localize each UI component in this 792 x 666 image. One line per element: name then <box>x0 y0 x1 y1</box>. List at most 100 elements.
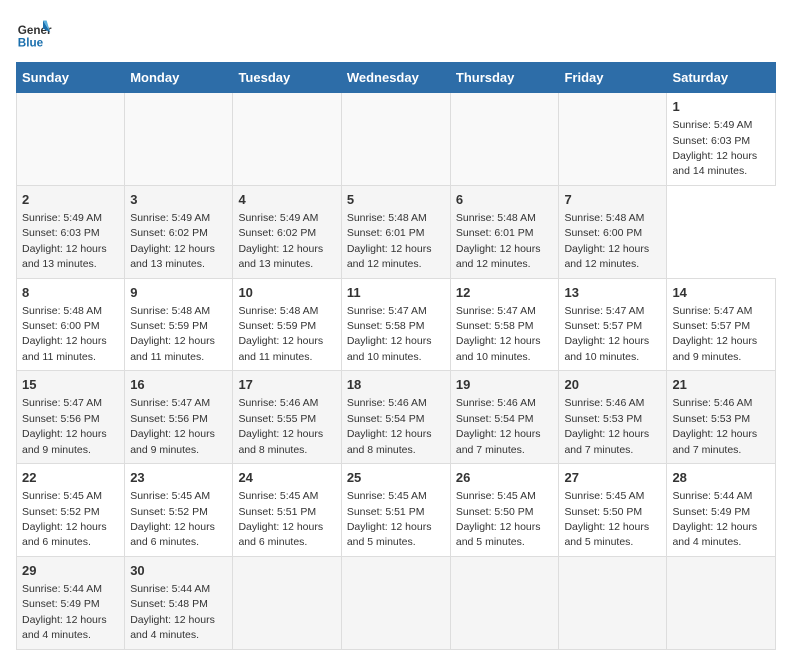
day-info: Sunrise: 5:44 AMSunset: 5:48 PMDaylight:… <box>130 583 215 641</box>
calendar-week-row: 22 Sunrise: 5:45 AMSunset: 5:52 PMDayligh… <box>17 464 776 557</box>
calendar-day-cell <box>667 556 776 649</box>
day-info: Sunrise: 5:48 AMSunset: 6:00 PMDaylight:… <box>564 212 649 270</box>
calendar-day-cell: 4Sunrise: 5:49 AMSunset: 6:02 PMDaylight… <box>233 185 341 278</box>
day-info: Sunrise: 5:49 AMSunset: 6:02 PMDaylight:… <box>130 212 215 270</box>
day-header-tuesday: Tuesday <box>233 63 341 93</box>
calendar-day-cell: 6 Sunrise: 5:48 AMSunset: 6:01 PMDaylight… <box>450 185 559 278</box>
day-number: 23 <box>130 469 227 487</box>
calendar-day-cell: 27 Sunrise: 5:45 AMSunset: 5:50 PMDayligh… <box>559 464 667 557</box>
calendar-day-cell: 11 Sunrise: 5:47 AMSunset: 5:58 PMDayligh… <box>341 278 450 371</box>
empty-cell <box>341 93 450 186</box>
calendar-day-cell: 22 Sunrise: 5:45 AMSunset: 5:52 PMDayligh… <box>17 464 125 557</box>
day-info: Sunrise: 5:49 AMSunset: 6:03 PMDaylight:… <box>22 212 107 270</box>
calendar-header-row: SundayMondayTuesdayWednesdayThursdayFrid… <box>17 63 776 93</box>
day-info: Sunrise: 5:46 AMSunset: 5:54 PMDaylight:… <box>347 397 432 455</box>
day-number: 9 <box>130 284 227 302</box>
calendar-day-cell: 5 Sunrise: 5:48 AMSunset: 6:01 PMDaylight… <box>341 185 450 278</box>
day-number: 27 <box>564 469 661 487</box>
calendar-day-cell <box>450 556 559 649</box>
calendar-day-cell: 23Sunrise: 5:45 AMSunset: 5:52 PMDayligh… <box>125 464 233 557</box>
calendar-day-cell: 25 Sunrise: 5:45 AMSunset: 5:51 PMDayligh… <box>341 464 450 557</box>
day-number: 11 <box>347 284 445 302</box>
day-info: Sunrise: 5:47 AMSunset: 5:57 PMDaylight:… <box>672 305 757 363</box>
calendar-week-row: 2 Sunrise: 5:49 AMSunset: 6:03 PMDaylight… <box>17 185 776 278</box>
empty-cell <box>559 93 667 186</box>
calendar-day-cell: 2 Sunrise: 5:49 AMSunset: 6:03 PMDaylight… <box>17 185 125 278</box>
calendar-day-cell: 14 Sunrise: 5:47 AMSunset: 5:57 PMDayligh… <box>667 278 776 371</box>
day-info: Sunrise: 5:45 AMSunset: 5:50 PMDaylight:… <box>564 490 649 548</box>
day-info: Sunrise: 5:48 AMSunset: 6:01 PMDaylight:… <box>347 212 432 270</box>
calendar-day-cell: 7 Sunrise: 5:48 AMSunset: 6:00 PMDaylight… <box>559 185 667 278</box>
day-number: 18 <box>347 376 445 394</box>
calendar-day-cell: 20 Sunrise: 5:46 AMSunset: 5:53 PMDayligh… <box>559 371 667 464</box>
day-info: Sunrise: 5:47 AMSunset: 5:56 PMDaylight:… <box>22 397 107 455</box>
day-number: 7 <box>564 191 661 209</box>
day-info: Sunrise: 5:45 AMSunset: 5:52 PMDaylight:… <box>22 490 107 548</box>
day-info: Sunrise: 5:48 AMSunset: 6:01 PMDaylight:… <box>456 212 541 270</box>
day-info: Sunrise: 5:49 AMSunset: 6:03 PMDaylight:… <box>672 119 757 177</box>
day-number: 21 <box>672 376 770 394</box>
calendar-day-cell: 30Sunrise: 5:44 AMSunset: 5:48 PMDayligh… <box>125 556 233 649</box>
day-info: Sunrise: 5:47 AMSunset: 5:58 PMDaylight:… <box>347 305 432 363</box>
day-info: Sunrise: 5:47 AMSunset: 5:56 PMDaylight:… <box>130 397 215 455</box>
day-info: Sunrise: 5:48 AMSunset: 5:59 PMDaylight:… <box>130 305 215 363</box>
calendar-day-cell: 8Sunrise: 5:48 AMSunset: 6:00 PMDaylight… <box>17 278 125 371</box>
day-number: 2 <box>22 191 119 209</box>
day-number: 22 <box>22 469 119 487</box>
day-number: 1 <box>672 98 770 116</box>
calendar-day-cell: 1 Sunrise: 5:49 AMSunset: 6:03 PMDaylight… <box>667 93 776 186</box>
day-number: 26 <box>456 469 554 487</box>
day-info: Sunrise: 5:45 AMSunset: 5:50 PMDaylight:… <box>456 490 541 548</box>
day-number: 28 <box>672 469 770 487</box>
day-info: Sunrise: 5:47 AMSunset: 5:57 PMDaylight:… <box>564 305 649 363</box>
day-info: Sunrise: 5:44 AMSunset: 5:49 PMDaylight:… <box>672 490 757 548</box>
day-number: 24 <box>238 469 335 487</box>
day-header-sunday: Sunday <box>17 63 125 93</box>
logo-icon: General Blue <box>16 16 52 52</box>
calendar-day-cell: 21Sunrise: 5:46 AMSunset: 5:53 PMDayligh… <box>667 371 776 464</box>
day-info: Sunrise: 5:46 AMSunset: 5:53 PMDaylight:… <box>564 397 649 455</box>
day-info: Sunrise: 5:44 AMSunset: 5:49 PMDaylight:… <box>22 583 107 641</box>
calendar-week-row: 15Sunrise: 5:47 AMSunset: 5:56 PMDayligh… <box>17 371 776 464</box>
page-header: General Blue <box>16 16 776 52</box>
calendar-week-row: 8Sunrise: 5:48 AMSunset: 6:00 PMDaylight… <box>17 278 776 371</box>
day-header-saturday: Saturday <box>667 63 776 93</box>
calendar-day-cell: 26 Sunrise: 5:45 AMSunset: 5:50 PMDayligh… <box>450 464 559 557</box>
empty-cell <box>450 93 559 186</box>
day-number: 16 <box>130 376 227 394</box>
calendar-day-cell: 3Sunrise: 5:49 AMSunset: 6:02 PMDaylight… <box>125 185 233 278</box>
calendar-day-cell: 28 Sunrise: 5:44 AMSunset: 5:49 PMDayligh… <box>667 464 776 557</box>
calendar-week-row: 29 Sunrise: 5:44 AMSunset: 5:49 PMDayligh… <box>17 556 776 649</box>
day-number: 17 <box>238 376 335 394</box>
day-number: 14 <box>672 284 770 302</box>
day-info: Sunrise: 5:45 AMSunset: 5:51 PMDaylight:… <box>347 490 432 548</box>
day-number: 25 <box>347 469 445 487</box>
calendar-day-cell: 15Sunrise: 5:47 AMSunset: 5:56 PMDayligh… <box>17 371 125 464</box>
day-number: 20 <box>564 376 661 394</box>
day-number: 6 <box>456 191 554 209</box>
day-info: Sunrise: 5:49 AMSunset: 6:02 PMDaylight:… <box>238 212 323 270</box>
day-number: 13 <box>564 284 661 302</box>
day-header-friday: Friday <box>559 63 667 93</box>
calendar-day-cell: 18 Sunrise: 5:46 AMSunset: 5:54 PMDayligh… <box>341 371 450 464</box>
empty-cell <box>125 93 233 186</box>
calendar-day-cell: 29 Sunrise: 5:44 AMSunset: 5:49 PMDayligh… <box>17 556 125 649</box>
calendar-day-cell: 17Sunrise: 5:46 AMSunset: 5:55 PMDayligh… <box>233 371 341 464</box>
calendar-table: SundayMondayTuesdayWednesdayThursdayFrid… <box>16 62 776 650</box>
day-number: 19 <box>456 376 554 394</box>
calendar-day-cell: 19Sunrise: 5:46 AMSunset: 5:54 PMDayligh… <box>450 371 559 464</box>
day-header-thursday: Thursday <box>450 63 559 93</box>
day-info: Sunrise: 5:48 AMSunset: 6:00 PMDaylight:… <box>22 305 107 363</box>
calendar-day-cell: 12Sunrise: 5:47 AMSunset: 5:58 PMDayligh… <box>450 278 559 371</box>
day-info: Sunrise: 5:45 AMSunset: 5:51 PMDaylight:… <box>238 490 323 548</box>
calendar-week-row: 1 Sunrise: 5:49 AMSunset: 6:03 PMDaylight… <box>17 93 776 186</box>
calendar-day-cell <box>559 556 667 649</box>
empty-cell <box>233 93 341 186</box>
calendar-day-cell <box>233 556 341 649</box>
day-number: 5 <box>347 191 445 209</box>
calendar-day-cell: 16 Sunrise: 5:47 AMSunset: 5:56 PMDayligh… <box>125 371 233 464</box>
day-number: 29 <box>22 562 119 580</box>
day-number: 10 <box>238 284 335 302</box>
empty-cell <box>17 93 125 186</box>
day-header-wednesday: Wednesday <box>341 63 450 93</box>
